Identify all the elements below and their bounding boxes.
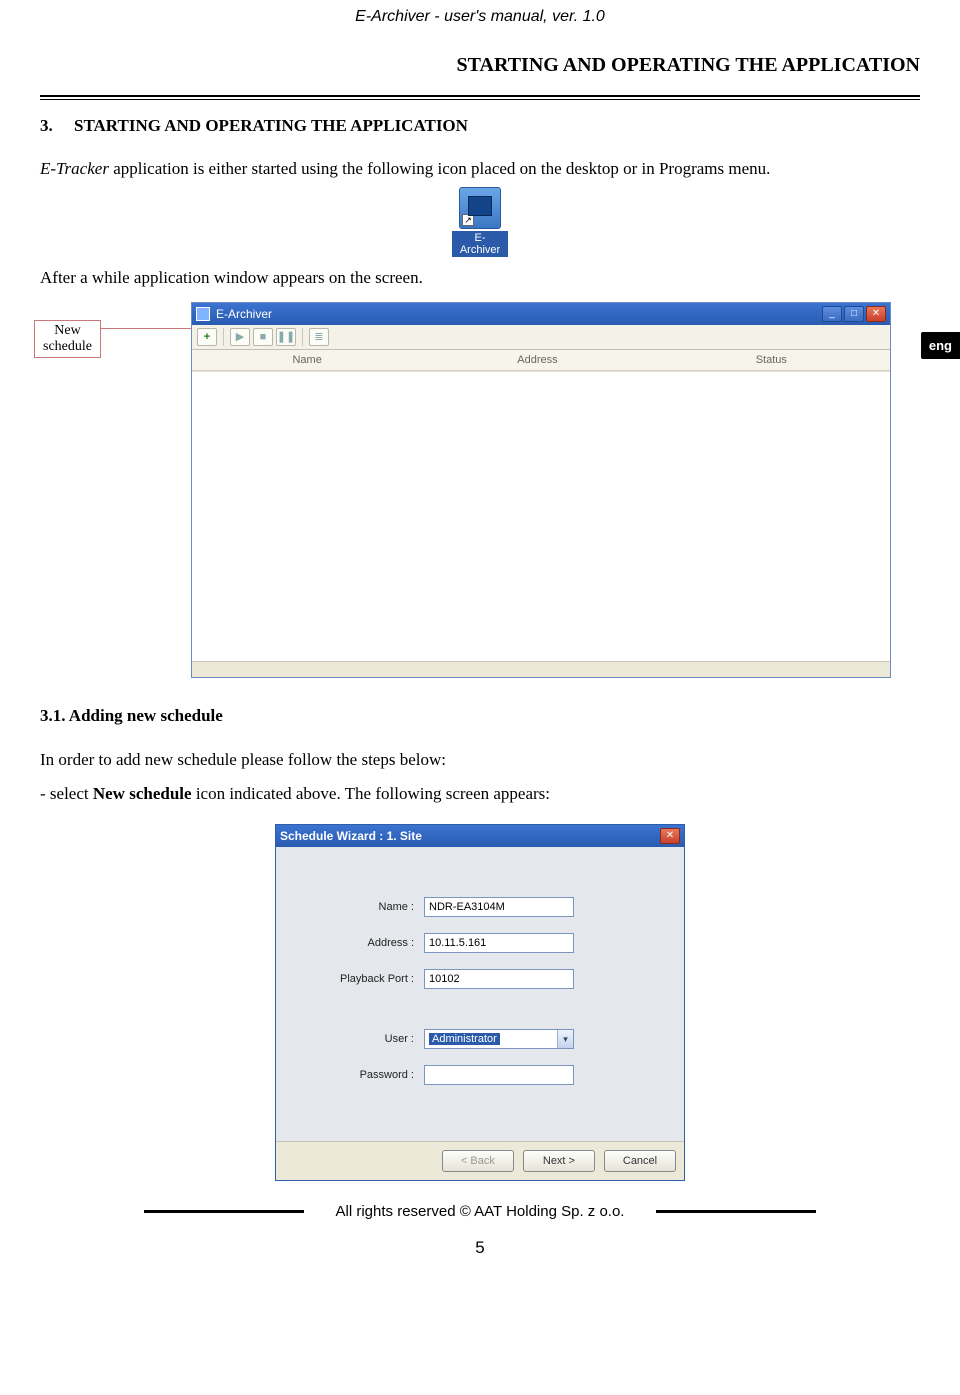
list-area: [192, 371, 890, 661]
section-heading: 3. STARTING AND OPERATING THE APPLICATIO…: [40, 116, 920, 136]
app-icon: ↗: [459, 187, 501, 229]
wizard-close-button[interactable]: ✕: [660, 828, 680, 844]
toolbar-separator: [223, 328, 224, 346]
stop-button[interactable]: ■: [253, 328, 273, 346]
column-status: Status: [653, 354, 890, 366]
wizard-title: Schedule Wizard : 1. Site: [280, 829, 658, 843]
cancel-button[interactable]: Cancel: [604, 1150, 676, 1172]
toolbar-separator: [302, 328, 303, 346]
step1-bold: New schedule: [93, 784, 192, 803]
footer: All rights reserved © AAT Holding Sp. z …: [40, 1203, 920, 1220]
column-headers: Name Address Status: [192, 350, 890, 371]
user-select[interactable]: Administrator ▾: [424, 1029, 574, 1049]
chapter-title: STARTING AND OPERATING THE APPLICATION: [40, 54, 920, 77]
footer-rule-left: [144, 1210, 304, 1213]
callout-leader-line: [101, 328, 191, 329]
footer-rule-right: [656, 1210, 816, 1213]
subsection-heading: 3.1. Adding new schedule: [40, 706, 920, 726]
step1-rest: icon indicated above. The following scre…: [192, 784, 550, 803]
intro-paragraph: E-Tracker application is either started …: [40, 158, 920, 181]
new-schedule-button[interactable]: +: [197, 328, 217, 346]
desktop-icon-label: E-Archiver: [452, 231, 508, 257]
wizard-button-bar: < Back Next > Cancel: [276, 1141, 684, 1180]
step-1: - select New schedule icon indicated abo…: [40, 784, 920, 804]
document-header: E-Archiver - user's manual, ver. 1.0: [40, 8, 920, 26]
close-button[interactable]: ✕: [866, 306, 886, 322]
password-field[interactable]: [424, 1065, 574, 1085]
pause-button[interactable]: ❚❚: [276, 328, 296, 346]
playback-port-field[interactable]: [424, 969, 574, 989]
callout-line1: New: [54, 323, 80, 338]
address-field[interactable]: [424, 933, 574, 953]
list-button[interactable]: ≣: [309, 328, 329, 346]
horizontal-rule: [40, 95, 920, 100]
user-select-value: Administrator: [429, 1033, 500, 1045]
e-archiver-window: E-Archiver _ □ ✕ + ▶ ■ ❚❚ ≣ Name Address…: [191, 302, 891, 678]
column-address: Address: [422, 354, 652, 366]
step1-prefix: - select: [40, 784, 93, 803]
minimize-button[interactable]: _: [822, 306, 842, 322]
wizard-body: Name : Address : Playback Port : User : …: [276, 847, 684, 1141]
status-bar: [192, 661, 890, 677]
intro-rest: application is either started using the …: [109, 159, 770, 178]
page-number: 5: [40, 1238, 920, 1258]
schedule-wizard-dialog: Schedule Wizard : 1. Site ✕ Name : Addre…: [275, 824, 685, 1181]
desktop-shortcut-icon[interactable]: ↗ E-Archiver: [452, 187, 508, 258]
column-name: Name: [192, 354, 422, 366]
section-number: 3.: [40, 116, 53, 135]
app-name-text: E-Tracker: [40, 159, 109, 178]
callout-line2: schedule: [43, 339, 92, 354]
window-titlebar: E-Archiver _ □ ✕: [192, 303, 890, 325]
toolbar: + ▶ ■ ❚❚ ≣: [192, 325, 890, 350]
chevron-down-icon: ▾: [557, 1030, 573, 1048]
user-label: User :: [304, 1033, 424, 1045]
shortcut-arrow-icon: ↗: [462, 214, 474, 226]
play-button[interactable]: ▶: [230, 328, 250, 346]
window-title: E-Archiver: [216, 307, 820, 321]
maximize-button[interactable]: □: [844, 306, 864, 322]
name-field[interactable]: [424, 897, 574, 917]
footer-text: All rights reserved © AAT Holding Sp. z …: [336, 1203, 625, 1220]
name-label: Name :: [304, 901, 424, 913]
back-button[interactable]: < Back: [442, 1150, 514, 1172]
wizard-titlebar: Schedule Wizard : 1. Site ✕: [276, 825, 684, 847]
window-app-icon: [196, 307, 210, 321]
after-while-text: After a while application window appears…: [40, 268, 920, 288]
address-label: Address :: [304, 937, 424, 949]
steps-intro: In order to add new schedule please foll…: [40, 750, 920, 770]
next-button[interactable]: Next >: [523, 1150, 595, 1172]
playback-port-label: Playback Port :: [304, 973, 424, 985]
password-label: Password :: [304, 1069, 424, 1081]
language-tab: eng: [921, 332, 960, 359]
section-title: STARTING AND OPERATING THE APPLICATION: [74, 116, 468, 135]
callout-new-schedule: New schedule: [34, 320, 101, 358]
